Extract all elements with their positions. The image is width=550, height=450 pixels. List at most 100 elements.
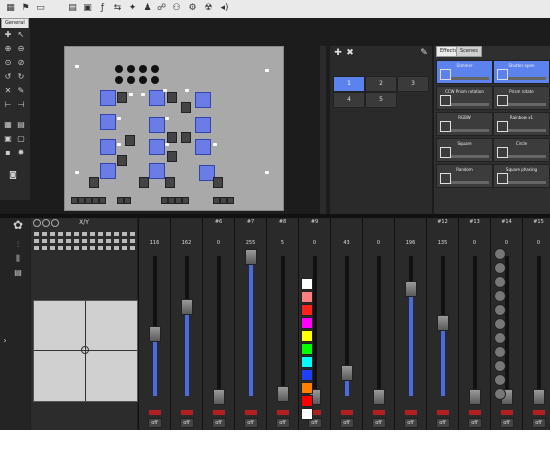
position-preset[interactable] [114, 232, 119, 236]
effect-intensity-bar[interactable] [508, 155, 546, 158]
position-preset[interactable] [66, 232, 71, 236]
speaker-icon[interactable]: ◂) [219, 3, 230, 14]
position-preset[interactable] [122, 239, 127, 243]
off-button[interactable]: off [147, 418, 162, 428]
flag-icon[interactable]: ⚑ [20, 3, 31, 14]
fixture-small[interactable] [175, 197, 182, 204]
align-left-icon[interactable]: ⊢ [3, 100, 13, 110]
off-button[interactable]: off [243, 418, 258, 428]
fixture-small[interactable] [78, 197, 85, 204]
settings-icon[interactable]: ✹ [16, 148, 26, 158]
fixture-spot[interactable] [139, 65, 147, 73]
fader-handle[interactable] [532, 389, 545, 405]
fixture-small[interactable] [99, 197, 106, 204]
fixture[interactable] [181, 102, 191, 113]
position-preset[interactable] [106, 246, 111, 250]
position-preset[interactable] [58, 239, 63, 243]
flash-button[interactable] [276, 410, 289, 415]
position-preset[interactable] [98, 239, 103, 243]
grid-view-icon[interactable]: ▦ [3, 120, 13, 130]
position-preset[interactable] [34, 246, 39, 250]
effect-button[interactable]: CCW Prism rotation [436, 86, 493, 110]
flash-button[interactable] [500, 410, 513, 415]
fixture-selected[interactable] [149, 90, 165, 106]
position-preset[interactable] [34, 232, 39, 236]
position-preset[interactable] [66, 246, 71, 250]
function-icon[interactable]: ƒ [97, 3, 108, 14]
effect-button[interactable]: Square [436, 138, 493, 162]
effect-intensity-bar[interactable] [451, 181, 489, 184]
position-preset[interactable] [66, 239, 71, 243]
fixture-spot[interactable] [151, 65, 159, 73]
fixture[interactable] [167, 92, 177, 103]
fader-track[interactable] [536, 256, 541, 396]
position-preset[interactable] [122, 246, 127, 250]
zoom-out-icon[interactable]: ⊖ [16, 44, 26, 54]
fader-track[interactable] [248, 256, 253, 396]
off-button[interactable]: off [435, 418, 450, 428]
fixture-selected[interactable] [100, 163, 116, 179]
position-preset[interactable] [34, 239, 39, 243]
fixture-spot[interactable] [127, 65, 135, 73]
effect-button[interactable]: RGBW [436, 112, 493, 136]
position-preset[interactable] [90, 246, 95, 250]
gobo-button[interactable] [494, 304, 506, 316]
edit-icon[interactable]: ✎ [419, 48, 429, 58]
remove-icon[interactable]: ✖ [345, 48, 355, 58]
ungroup-icon[interactable]: ▢ [16, 134, 26, 144]
effect-intensity-bar[interactable] [508, 129, 546, 132]
fixture-selected[interactable] [149, 139, 165, 155]
position-preset[interactable] [130, 239, 135, 243]
position-preset[interactable] [90, 232, 95, 236]
fixture-spot[interactable] [115, 65, 123, 73]
gobo-button[interactable] [494, 318, 506, 330]
effect-intensity-bar[interactable] [451, 77, 489, 80]
position-preset[interactable] [122, 232, 127, 236]
position-preset[interactable] [90, 239, 95, 243]
fixture[interactable] [165, 177, 175, 188]
align-right-icon[interactable]: ⊣ [16, 100, 26, 110]
select-icon[interactable]: ✚ [3, 30, 13, 40]
effect-button[interactable]: Circle [493, 138, 550, 162]
flash-button[interactable] [148, 410, 161, 415]
fader-track[interactable] [312, 256, 317, 396]
group-button[interactable]: 3 [397, 76, 429, 92]
fixture-small[interactable] [117, 197, 124, 204]
fixture-selected[interactable] [100, 114, 116, 130]
position-preset[interactable] [50, 232, 55, 236]
position-preset[interactable] [114, 239, 119, 243]
color-swatch[interactable] [301, 369, 313, 381]
fader-handle[interactable] [372, 389, 385, 405]
fader-handle[interactable] [212, 389, 225, 405]
position-preset[interactable] [50, 239, 55, 243]
effect-intensity-bar[interactable] [451, 129, 489, 132]
color-swatch[interactable] [301, 343, 313, 355]
off-button[interactable]: off [211, 418, 226, 428]
fixture-selected[interactable] [100, 139, 116, 155]
fader-track[interactable] [184, 256, 189, 396]
audio-icon[interactable]: ☢ [203, 3, 214, 14]
group-button[interactable]: 4 [333, 92, 365, 108]
bulb-icon[interactable]: ✦ [127, 3, 138, 14]
faders-icon[interactable]: ⫶ [10, 240, 26, 252]
gobo-button[interactable] [494, 262, 506, 274]
position-preset[interactable] [98, 232, 103, 236]
gobo-button[interactable] [494, 276, 506, 288]
position-preset[interactable] [42, 232, 47, 236]
fixture-selected[interactable] [195, 117, 211, 133]
gobo-button[interactable] [494, 290, 506, 302]
monitor-icon[interactable]: ▭ [35, 3, 46, 14]
gobo-button[interactable] [494, 248, 506, 260]
chaser2-icon[interactable]: ☍ [156, 3, 167, 14]
color-swatch[interactable] [301, 330, 313, 342]
effect-button[interactable]: Square phasing [493, 164, 550, 188]
position-preset[interactable] [82, 239, 87, 243]
flash-button[interactable] [244, 410, 257, 415]
gobo-button[interactable] [494, 374, 506, 386]
off-button[interactable]: off [179, 418, 194, 428]
effect-intensity-bar[interactable] [508, 103, 546, 106]
fader-track[interactable] [408, 256, 413, 396]
fader-track[interactable] [376, 256, 381, 396]
pad-cursor[interactable] [81, 346, 89, 354]
position-preset[interactable] [42, 246, 47, 250]
